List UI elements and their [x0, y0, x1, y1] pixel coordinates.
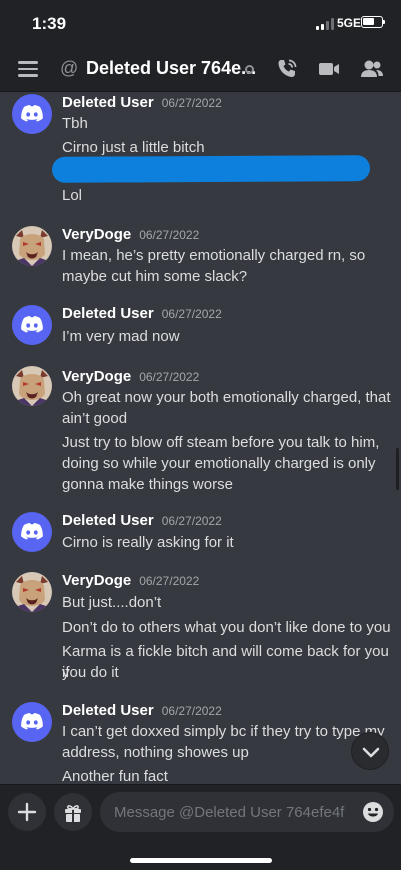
at-icon: @ [60, 58, 79, 78]
message-text: Don’t do to others what you don’t like d… [62, 619, 391, 636]
message-text: But just....don’t [62, 594, 162, 611]
message-text: I’m very mad now [62, 328, 180, 345]
dm-title[interactable]: Deleted User 764e... [86, 58, 256, 79]
message-timestamp: 06/27/2022 [161, 96, 222, 110]
message-author[interactable]: Deleted User [62, 702, 154, 719]
message-text: gonna make things worse [62, 476, 233, 493]
message-text: you do it [62, 664, 119, 681]
redaction-mark [51, 155, 371, 183]
message-author[interactable]: Deleted User [62, 305, 154, 322]
scrollbar[interactable] [396, 448, 399, 490]
offline-status-icon [245, 65, 254, 74]
dm-header: @ Deleted User 764e... [0, 46, 401, 92]
cellular-signal-icon [316, 18, 334, 30]
status-bar: 1:39 5GE [0, 0, 401, 46]
message-text: Cirno is really asking for it [62, 534, 234, 551]
jump-to-present-button[interactable] [351, 732, 389, 770]
message-text: Just try to blow off steam before you ta… [62, 434, 380, 451]
add-attachment-button[interactable] [8, 793, 46, 831]
user-avatar[interactable] [12, 226, 52, 266]
message-text: address, nothing showes up [62, 744, 249, 761]
user-avatar[interactable] [12, 572, 52, 612]
members-icon[interactable] [359, 56, 385, 82]
battery-icon [361, 16, 385, 28]
home-indicator [130, 858, 272, 863]
plus-icon [17, 802, 37, 822]
message-text: Lol [62, 187, 83, 204]
user-avatar[interactable] [12, 366, 52, 406]
message-author[interactable]: Deleted User [62, 512, 154, 529]
message-author[interactable]: VeryDoge [62, 368, 131, 385]
video-call-icon[interactable] [316, 56, 342, 82]
message-text: Oh great now your both emotionally charg… [62, 389, 391, 406]
message-author[interactable]: Deleted User [62, 94, 154, 111]
message-text: ain’t good [62, 410, 128, 427]
emoji-icon[interactable] [362, 801, 384, 823]
discord-logo-icon[interactable] [12, 94, 52, 134]
call-icon[interactable] [274, 56, 300, 82]
gift-button[interactable] [54, 793, 92, 831]
message-composer [0, 784, 401, 870]
discord-logo-icon[interactable] [12, 512, 52, 552]
message-text: I can’t get doxxed simply bc if they try… [62, 723, 385, 740]
status-time: 1:39 [32, 14, 67, 33]
chevron-down-icon [362, 747, 380, 758]
message-list[interactable]: Deleted User 06/27/2022 Tbh Cirno just a … [0, 92, 401, 784]
message-input[interactable] [100, 792, 394, 832]
message-text: doing so while your emotionally charged … [62, 455, 376, 472]
message-timestamp: 06/27/2022 [161, 514, 222, 528]
message-timestamp: 06/27/2022 [139, 574, 200, 588]
message-text: maybe cut him some slack? [62, 268, 248, 285]
message-text: Another fun fact [62, 768, 168, 784]
discord-logo-icon[interactable] [12, 305, 52, 345]
message-text: Tbh [62, 115, 88, 132]
message-timestamp: 06/27/2022 [161, 704, 222, 718]
network-type-label: 5GE [337, 16, 362, 30]
hamburger-menu-icon[interactable] [18, 61, 38, 77]
message-author[interactable]: VeryDoge [62, 226, 131, 243]
message-timestamp: 06/27/2022 [139, 370, 200, 384]
discord-logo-icon[interactable] [12, 702, 52, 742]
message-author[interactable]: VeryDoge [62, 572, 131, 589]
message-timestamp: 06/27/2022 [139, 228, 200, 242]
message-timestamp: 06/27/2022 [161, 307, 222, 321]
message-text: I mean, he’s pretty emotionally charged … [62, 247, 366, 264]
gift-icon [65, 805, 81, 822]
